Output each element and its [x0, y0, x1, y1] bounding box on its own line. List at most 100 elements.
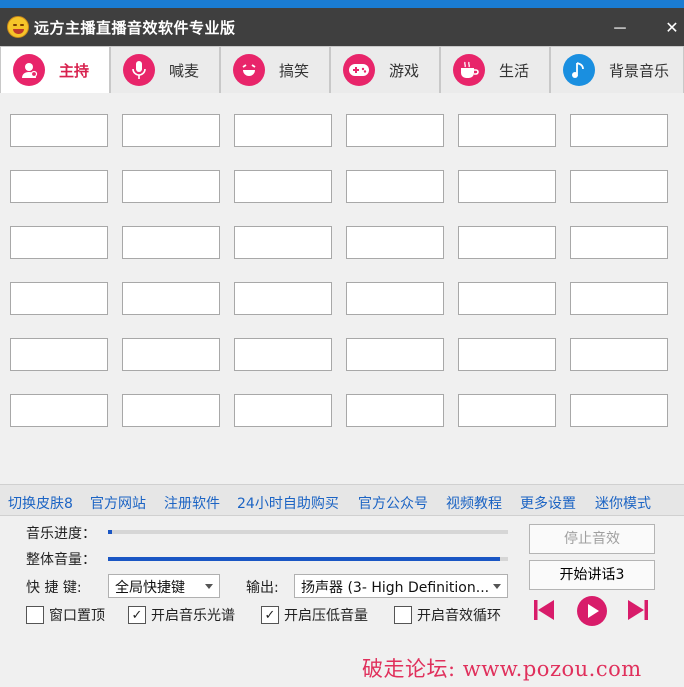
sound-effect-slot[interactable]	[346, 338, 444, 371]
hotkey-value: 全局快捷键	[115, 580, 185, 596]
stop-effect-button[interactable]: 停止音效	[529, 524, 655, 554]
output-device-select[interactable]: 扬声器 (3- High Definition...	[294, 574, 508, 598]
link-bar: 切换皮肤8 官方网站 注册软件 24小时自助购买 官方公众号 视频教程 更多设置…	[0, 484, 684, 516]
sound-effect-slot[interactable]	[122, 114, 220, 147]
link-official-account[interactable]: 官方公众号	[358, 493, 428, 513]
volume-slider[interactable]	[108, 557, 508, 561]
sound-effect-slot[interactable]	[122, 394, 220, 427]
link-self-purchase[interactable]: 24小时自助购买	[237, 493, 339, 513]
sound-effect-slot[interactable]	[234, 170, 332, 203]
microphone-icon	[123, 54, 155, 86]
sound-effect-slot[interactable]	[346, 282, 444, 315]
hotkey-label: 快 捷 键:	[26, 580, 82, 596]
sound-effect-slot[interactable]	[346, 394, 444, 427]
music-progress-label: 音乐进度：	[26, 526, 96, 542]
sound-effect-slot[interactable]	[122, 338, 220, 371]
sound-effect-slot[interactable]	[10, 114, 108, 147]
close-button[interactable]: ✕	[652, 8, 684, 46]
sound-effect-slot[interactable]	[122, 170, 220, 203]
duck-volume-checkbox[interactable]: ✓ 开启压低音量	[261, 605, 368, 625]
tab-label: 搞笑	[279, 61, 310, 80]
laughing-face-icon	[233, 54, 265, 86]
sound-effect-slot[interactable]	[234, 282, 332, 315]
sound-effect-slot[interactable]	[570, 226, 668, 259]
checkbox-label: 窗口置顶	[49, 608, 105, 624]
checkbox-box: ✓	[261, 606, 279, 624]
sound-effect-slot[interactable]	[10, 394, 108, 427]
sound-effect-slot[interactable]	[570, 338, 668, 371]
tab-host[interactable]: 主持	[0, 46, 110, 94]
sound-effect-slot[interactable]	[458, 394, 556, 427]
tab-label: 主持	[59, 61, 90, 80]
coffee-cup-icon	[453, 54, 485, 86]
app-logo-icon	[7, 16, 29, 38]
sound-effect-slot[interactable]	[570, 282, 668, 315]
checkbox-box: ✓	[128, 606, 146, 624]
sound-effect-slot[interactable]	[346, 226, 444, 259]
gamepad-icon	[343, 54, 375, 86]
title-bar: 远方主播直播音效软件专业版	[0, 8, 684, 46]
link-switch-skin[interactable]: 切换皮肤8	[8, 493, 73, 513]
next-track-icon[interactable]	[625, 597, 651, 623]
checkbox-box	[394, 606, 412, 624]
sound-effect-slot[interactable]	[234, 338, 332, 371]
tab-label: 游戏	[389, 61, 420, 80]
checkbox-label: 开启音效循环	[417, 608, 501, 624]
window-title: 远方主播直播音效软件专业版	[34, 18, 236, 37]
sound-effect-slot[interactable]	[122, 282, 220, 315]
tab-shout-mic[interactable]: 喊麦	[110, 46, 220, 94]
sound-effect-slot[interactable]	[458, 226, 556, 259]
tab-label: 背景音乐	[609, 61, 670, 80]
checkbox-label: 开启压低音量	[284, 608, 368, 624]
tab-background-music[interactable]: 背景音乐	[550, 46, 684, 94]
sound-effect-slot[interactable]	[122, 226, 220, 259]
tab-label: 生活	[499, 61, 530, 80]
play-icon[interactable]	[576, 595, 608, 627]
output-label: 输出:	[246, 580, 279, 596]
volume-label: 整体音量：	[26, 552, 96, 568]
window-on-top-checkbox[interactable]: 窗口置顶	[26, 605, 105, 625]
window-top-strip	[0, 0, 684, 8]
sound-effect-slot[interactable]	[346, 114, 444, 147]
checkbox-label: 开启音乐光谱	[151, 608, 235, 624]
sound-effect-slot[interactable]	[10, 282, 108, 315]
sound-effect-slot[interactable]	[10, 226, 108, 259]
music-note-icon	[563, 54, 595, 86]
tab-label: 喊麦	[169, 61, 200, 80]
sound-effect-slot[interactable]	[234, 114, 332, 147]
link-video-tutorial[interactable]: 视频教程	[446, 493, 502, 513]
start-talk-button[interactable]: 开始讲话3	[529, 560, 655, 590]
tab-funny[interactable]: 搞笑	[220, 46, 330, 94]
checkbox-box	[26, 606, 44, 624]
sound-effect-slot[interactable]	[570, 394, 668, 427]
previous-track-icon[interactable]	[531, 597, 557, 623]
music-spectrum-checkbox[interactable]: ✓ 开启音乐光谱	[128, 605, 235, 625]
output-device-value: 扬声器 (3- High Definition...	[301, 580, 490, 596]
effect-loop-checkbox[interactable]: 开启音效循环	[394, 605, 501, 625]
sound-effect-slot[interactable]	[234, 394, 332, 427]
sound-effect-slot[interactable]	[346, 170, 444, 203]
tab-life[interactable]: 生活	[440, 46, 550, 94]
sound-effect-slot[interactable]	[234, 226, 332, 259]
chevron-down-icon	[205, 584, 213, 589]
sound-effect-slot[interactable]	[570, 170, 668, 203]
sound-effect-slot[interactable]	[458, 282, 556, 315]
sound-effect-slot[interactable]	[10, 170, 108, 203]
sound-effect-grid	[0, 93, 684, 483]
link-mini-mode[interactable]: 迷你模式	[595, 493, 651, 513]
sound-effect-slot[interactable]	[570, 114, 668, 147]
forum-watermark: 破走论坛: www.pozou.com	[362, 657, 642, 681]
link-more-settings[interactable]: 更多设置	[520, 493, 576, 513]
sound-effect-slot[interactable]	[458, 338, 556, 371]
sound-effect-slot[interactable]	[10, 338, 108, 371]
host-user-icon	[13, 54, 45, 86]
music-progress-slider[interactable]	[108, 530, 508, 534]
sound-effect-slot[interactable]	[458, 170, 556, 203]
tab-game[interactable]: 游戏	[330, 46, 440, 94]
minimize-button[interactable]: －	[600, 8, 640, 46]
link-official-site[interactable]: 官方网站	[90, 493, 146, 513]
hotkey-select[interactable]: 全局快捷键	[108, 574, 220, 598]
sound-effect-slot[interactable]	[458, 114, 556, 147]
chevron-down-icon	[493, 584, 501, 589]
link-register[interactable]: 注册软件	[164, 493, 220, 513]
